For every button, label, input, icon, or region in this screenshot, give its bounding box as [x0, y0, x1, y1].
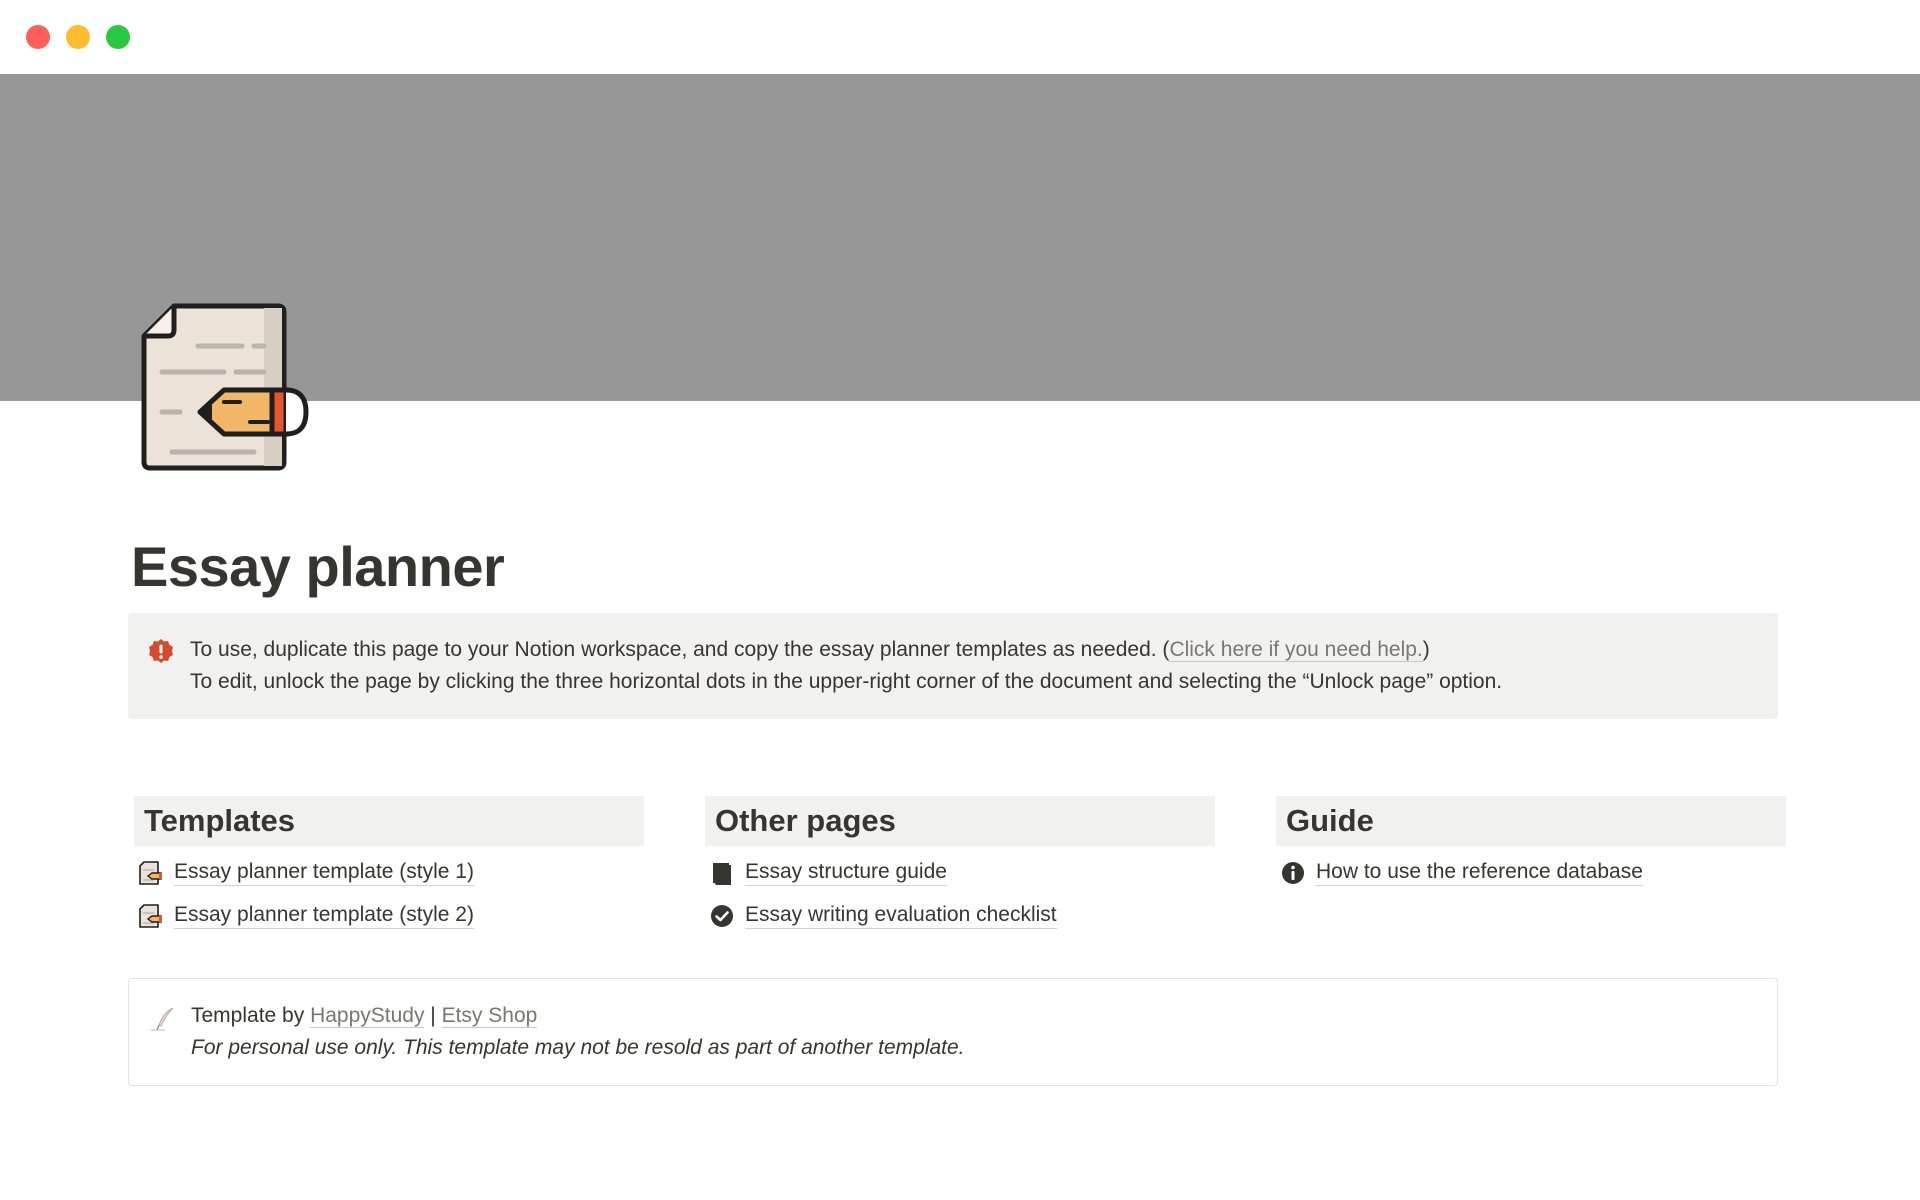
help-link[interactable]: Click here if you need help.	[1169, 638, 1423, 662]
check-circle-icon	[709, 903, 735, 929]
callout-text-line-1: To use, duplicate this page to your Noti…	[190, 636, 1430, 664]
credit-callout[interactable]: Template by HappyStudy | Etsy Shop For p…	[128, 978, 1778, 1086]
page-link-label: How to use the reference database	[1316, 859, 1643, 886]
templates-column: Templates Essay planner template (style …	[134, 796, 644, 937]
page-link-label: Essay planner template (style 1)	[174, 859, 474, 886]
other-pages-column: Other pages Essay structure guide Essay …	[705, 796, 1215, 937]
usage-note: For personal use only. This template may…	[191, 1036, 965, 1059]
window-maximize-button[interactable]	[106, 25, 130, 49]
book-icon	[709, 860, 735, 886]
etsy-shop-link[interactable]: Etsy Shop	[441, 1004, 538, 1028]
guide-heading[interactable]: Guide	[1276, 796, 1786, 846]
essay-planner-template-style-1-link[interactable]: Essay planner template (style 1)	[134, 851, 644, 894]
happystudy-link[interactable]: HappyStudy	[310, 1004, 425, 1028]
window-close-button[interactable]	[26, 25, 50, 49]
callout-text-line-2: To edit, unlock the page by clicking the…	[190, 670, 1503, 693]
essay-document-icon[interactable]	[138, 302, 310, 474]
essay-document-icon	[138, 860, 164, 886]
credit-line: Template by HappyStudy | Etsy Shop	[191, 1002, 538, 1030]
window-titlebar	[0, 0, 1920, 74]
page-title[interactable]: Essay planner	[131, 533, 505, 601]
page-link-label: Essay writing evaluation checklist	[745, 902, 1057, 929]
quill-pen-icon	[149, 1005, 177, 1033]
other-pages-heading[interactable]: Other pages	[705, 796, 1215, 846]
callout-paren-close: )	[1422, 638, 1430, 661]
templates-heading[interactable]: Templates	[134, 796, 644, 846]
essay-writing-evaluation-checklist-link[interactable]: Essay writing evaluation checklist	[705, 894, 1215, 937]
info-circle-icon	[1280, 860, 1306, 886]
how-to-use-reference-database-link[interactable]: How to use the reference database	[1276, 851, 1786, 894]
credit-separator: |	[424, 1004, 442, 1027]
essay-planner-template-style-2-link[interactable]: Essay planner template (style 2)	[134, 894, 644, 937]
alert-circle-icon	[148, 638, 174, 664]
page-link-label: Essay planner template (style 2)	[174, 902, 474, 929]
callout-instructions-text: To use, duplicate this page to your Noti…	[190, 638, 1170, 661]
essay-document-icon	[138, 903, 164, 929]
essay-structure-guide-link[interactable]: Essay structure guide	[705, 851, 1215, 894]
page-link-label: Essay structure guide	[745, 859, 947, 886]
window-minimize-button[interactable]	[66, 25, 90, 49]
callout-block[interactable]: To use, duplicate this page to your Noti…	[128, 613, 1778, 719]
guide-column: Guide How to use the reference database	[1276, 796, 1786, 894]
credit-prefix: Template by	[191, 1004, 311, 1027]
